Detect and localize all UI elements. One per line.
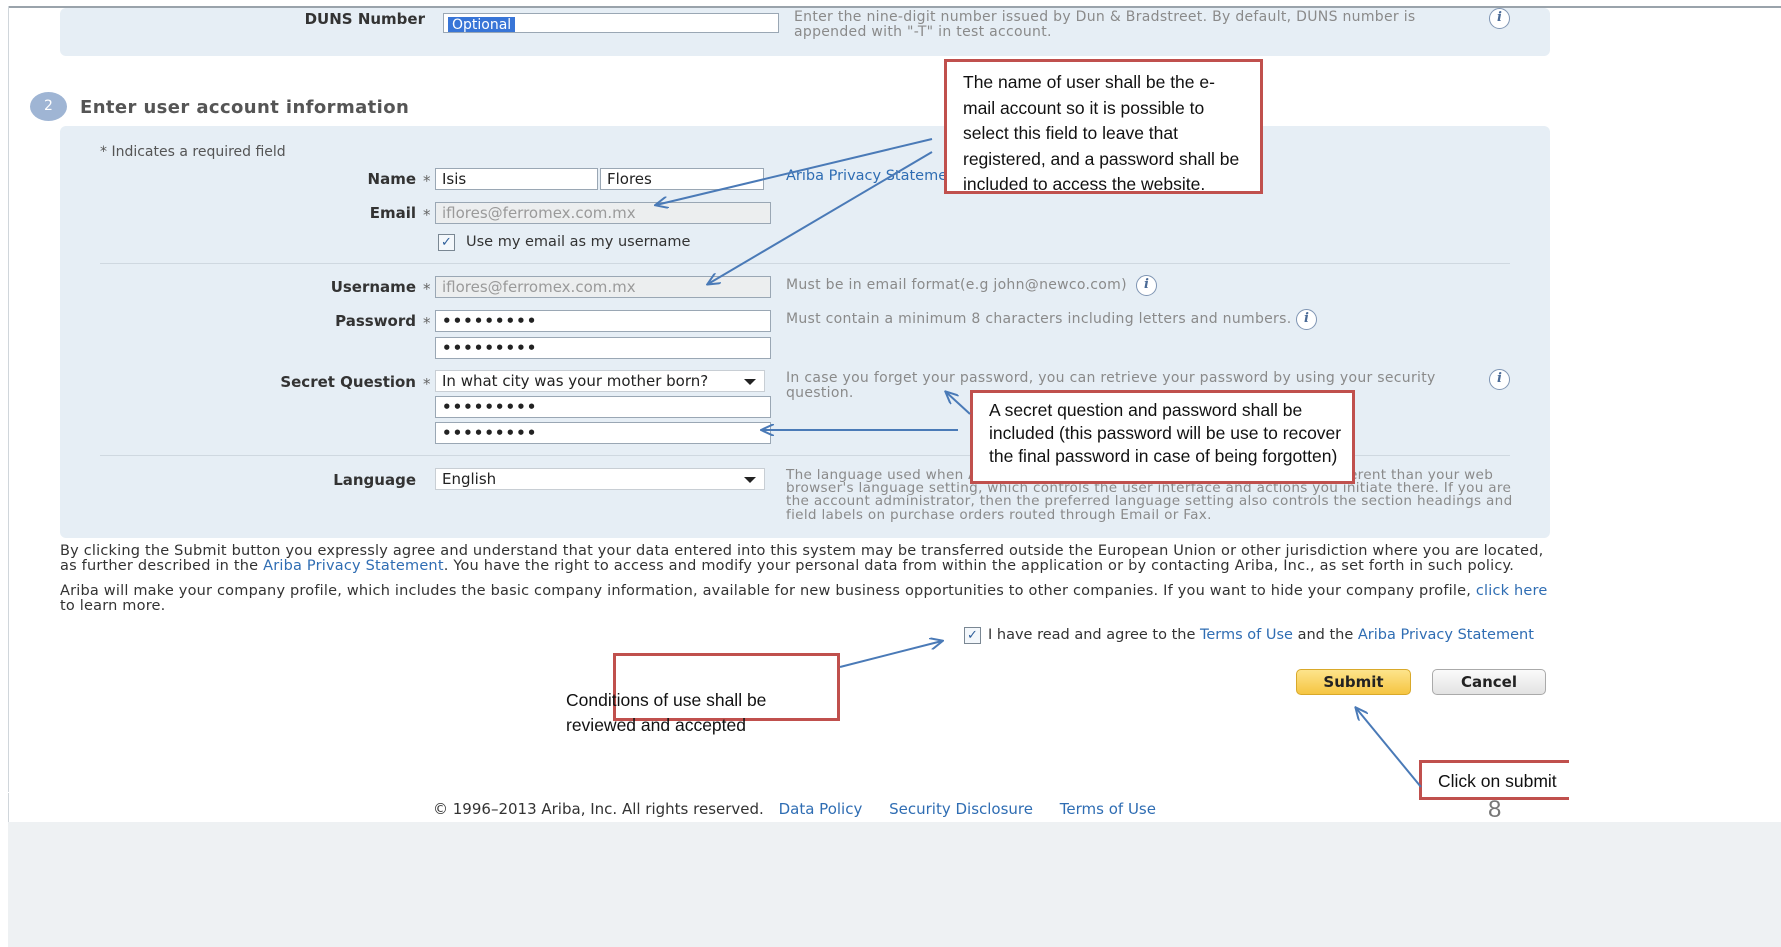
arrow-to-agree-checkbox <box>839 641 942 668</box>
arrow-to-username <box>708 151 933 284</box>
annotation-arrows <box>0 138 1422 788</box>
arrow-to-email <box>656 138 933 205</box>
arrow-to-secret-hint <box>946 392 971 415</box>
arrow-to-submit <box>1356 708 1422 788</box>
